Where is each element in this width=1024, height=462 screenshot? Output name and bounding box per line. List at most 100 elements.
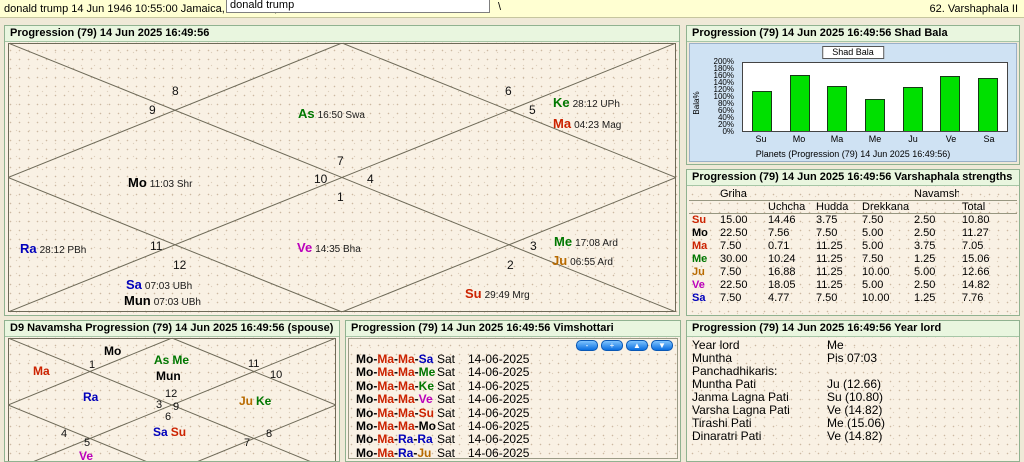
plus-button[interactable]: + [601,340,623,351]
value-cell: 22.50 [720,227,748,239]
planet-sa-su: Sa Su [153,425,187,439]
bar-mo [789,74,810,131]
value-cell: 7.56 [768,227,790,239]
y-tick-label: 80% [717,99,734,108]
house-number-10: 10 [270,369,283,381]
year-lord-rows: Year lord Me Muntha Pis 07:03 Panchadhikaris… [692,339,1016,443]
value-cell: 11.27 [962,227,989,239]
house-number-5: 5 [529,103,536,117]
y-tick-label: 60% [717,106,734,115]
value-cell: 3.75 [816,214,838,226]
vimshottari-panel-title: Progression (79) 14 Jun 2025 16:49:56 Vi… [346,321,680,337]
year-lord-row: Dinaratri Pati Ve (14.82) [692,429,883,443]
planet-mo: Mo 11:03 Shr [128,175,193,190]
planet-ju-ke: Ju Ke [239,394,272,408]
dasha-row[interactable]: Mo-Ma-Ra-Ra Sat 14-06-2025 [349,433,677,446]
bar-plot-area [742,62,1008,132]
house-number-6: 6 [505,84,512,98]
planet-cell: Ju [692,266,705,278]
y-tick-label: 100% [713,92,734,101]
house-number-11: 11 [248,358,260,370]
value-cell: 7.50 [720,240,742,252]
y-axis-label: Bala% [692,90,701,115]
value-cell: 5.00 [862,279,884,291]
bar-me [864,99,885,131]
planet-su: Su 29:49 Mrg [465,286,530,301]
dasha-row[interactable]: Mo-Ma-Ma-Me Sat 14-06-2025 [349,366,677,379]
dasha-row[interactable]: Mo-Ma-Ma-Ve Sat 14-06-2025 [349,393,677,406]
planet-as: As 16:50 Swa [298,106,365,121]
x-axis-ticks: Su Mo Ma Me Ju Ve Sa [742,134,1008,144]
y-tick-label: 0% [722,127,734,136]
scroll-up-button[interactable]: ▲ [626,340,648,351]
top-status-bar: donald trump 14 Jun 1946 10:55:00 Jamaic… [0,0,1024,18]
house-number-8: 8 [172,84,179,98]
y-tick-label: 40% [717,113,734,122]
dasha-row[interactable]: Mo-Ma-Ma-Ke Sat 14-06-2025 [349,379,677,393]
main-chart-panel: Progression (79) 14 Jun 2025 16:49:56 8 9… [4,25,680,316]
chart-title: Shad Bala [822,46,884,59]
x-tick-sa: Sa [983,134,995,144]
strength-row-ju: Ju 7.50 16.88 11.25 10.00 5.00 12.66 [689,266,1017,279]
value-cell: 1.25 [914,253,936,265]
bar-su [751,90,772,131]
strengths-header-row-2: Uchcha Hudda Drekkana Total [689,201,1017,214]
strength-row-mo: Mo 22.50 7.56 7.50 5.00 2.50 11.27 [689,227,1017,240]
value-cell: 15.06 [962,253,990,265]
house-number-6: 6 [165,411,172,423]
strengths-header-row-1: Griha Navamsha [689,188,1017,201]
col-header-uchcha: Uchcha [768,201,806,213]
col-header-hudda: Hudda [816,201,849,213]
house-number-9: 9 [149,103,156,117]
value-cell: 15.00 [720,214,748,226]
planet-cell: Me [692,253,708,265]
col-header-navamsha: Navamsha [914,188,959,200]
strength-row-sa: Sa 7.50 4.77 7.50 10.00 1.25 7.76 [689,292,1017,305]
value-cell: 5.00 [862,227,884,239]
view-label: 62. Varshaphala II [929,3,1018,15]
rasi-chart: 8 9 As 16:50 Swa 6 5 Ke 28:12 UPh Ma 04:23 Mag Mo 1… [8,43,676,312]
planet-ma: Ma [33,364,50,378]
x-tick-ju: Ju [908,134,918,144]
separator-mark: \ [498,1,502,13]
planet-ma: Ma 04:23 Mag [553,116,622,131]
house-number-8: 8 [266,428,273,440]
planet-cell: Ve [692,279,705,291]
y-tick-label: 20% [717,120,734,129]
name-input[interactable] [226,0,490,13]
dasha-row[interactable]: Mo-Ma-Ma-Mo Sat 14-06-2025 [349,419,677,433]
dasha-row[interactable]: Mo-Ma-Ma-Su Sat 14-06-2025 [349,406,677,420]
minus-button[interactable]: - [576,340,598,351]
col-header-total: Total [962,201,986,213]
strength-row-ve: Ve 22.50 18.05 11.25 5.00 2.50 14.82 [689,279,1017,292]
house-number-12: 12 [173,258,187,272]
house-number-11: 11 [150,239,163,253]
house-number-4: 4 [367,172,374,186]
planet-mo: Mo [104,344,122,358]
value-cell: 7.50 [862,253,884,265]
navamsha-chart-panel: D9 Navamsha Progression (79) 14 Jun 2025… [4,320,340,462]
value-cell: 10.24 [768,253,796,265]
main-chart-title: Progression (79) 14 Jun 2025 16:49:56 [5,26,679,42]
bar-ju [902,87,923,131]
strengths-panel-title: Progression (79) 14 Jun 2025 16:49:56 Va… [687,170,1019,186]
value-cell: 22.50 [720,279,748,291]
house-number-1: 1 [337,190,344,204]
planet-ra: Ra [83,390,99,404]
house-number-7: 7 [337,154,344,168]
value-cell: 2.50 [914,214,936,226]
y-tick-label: 140% [713,78,734,87]
bar-ve [940,75,961,131]
scroll-down-button[interactable]: ▼ [651,340,673,351]
x-tick-su: Su [755,134,767,144]
value-cell: 2.50 [914,279,936,291]
value-cell: 11.25 [816,240,843,252]
planet-ke: Ke 28:12 UPh [553,95,620,110]
x-tick-ma: Ma [830,134,844,144]
x-tick-mo: Mo [792,134,806,144]
dasha-row[interactable]: Mo-Ma-Ma-Sa Sat 14-06-2025 [349,353,677,366]
dasha-row[interactable]: Mo-Ma-Ra-Ju Sat 14-06-2025 [349,446,677,458]
y-axis-ticks: 0% 20% 40% 60% 80% 100% 120% 140% 160% 180% 200% [706,58,736,136]
house-number-1: 1 [89,359,96,371]
y-tick-label: 200% [713,57,734,66]
